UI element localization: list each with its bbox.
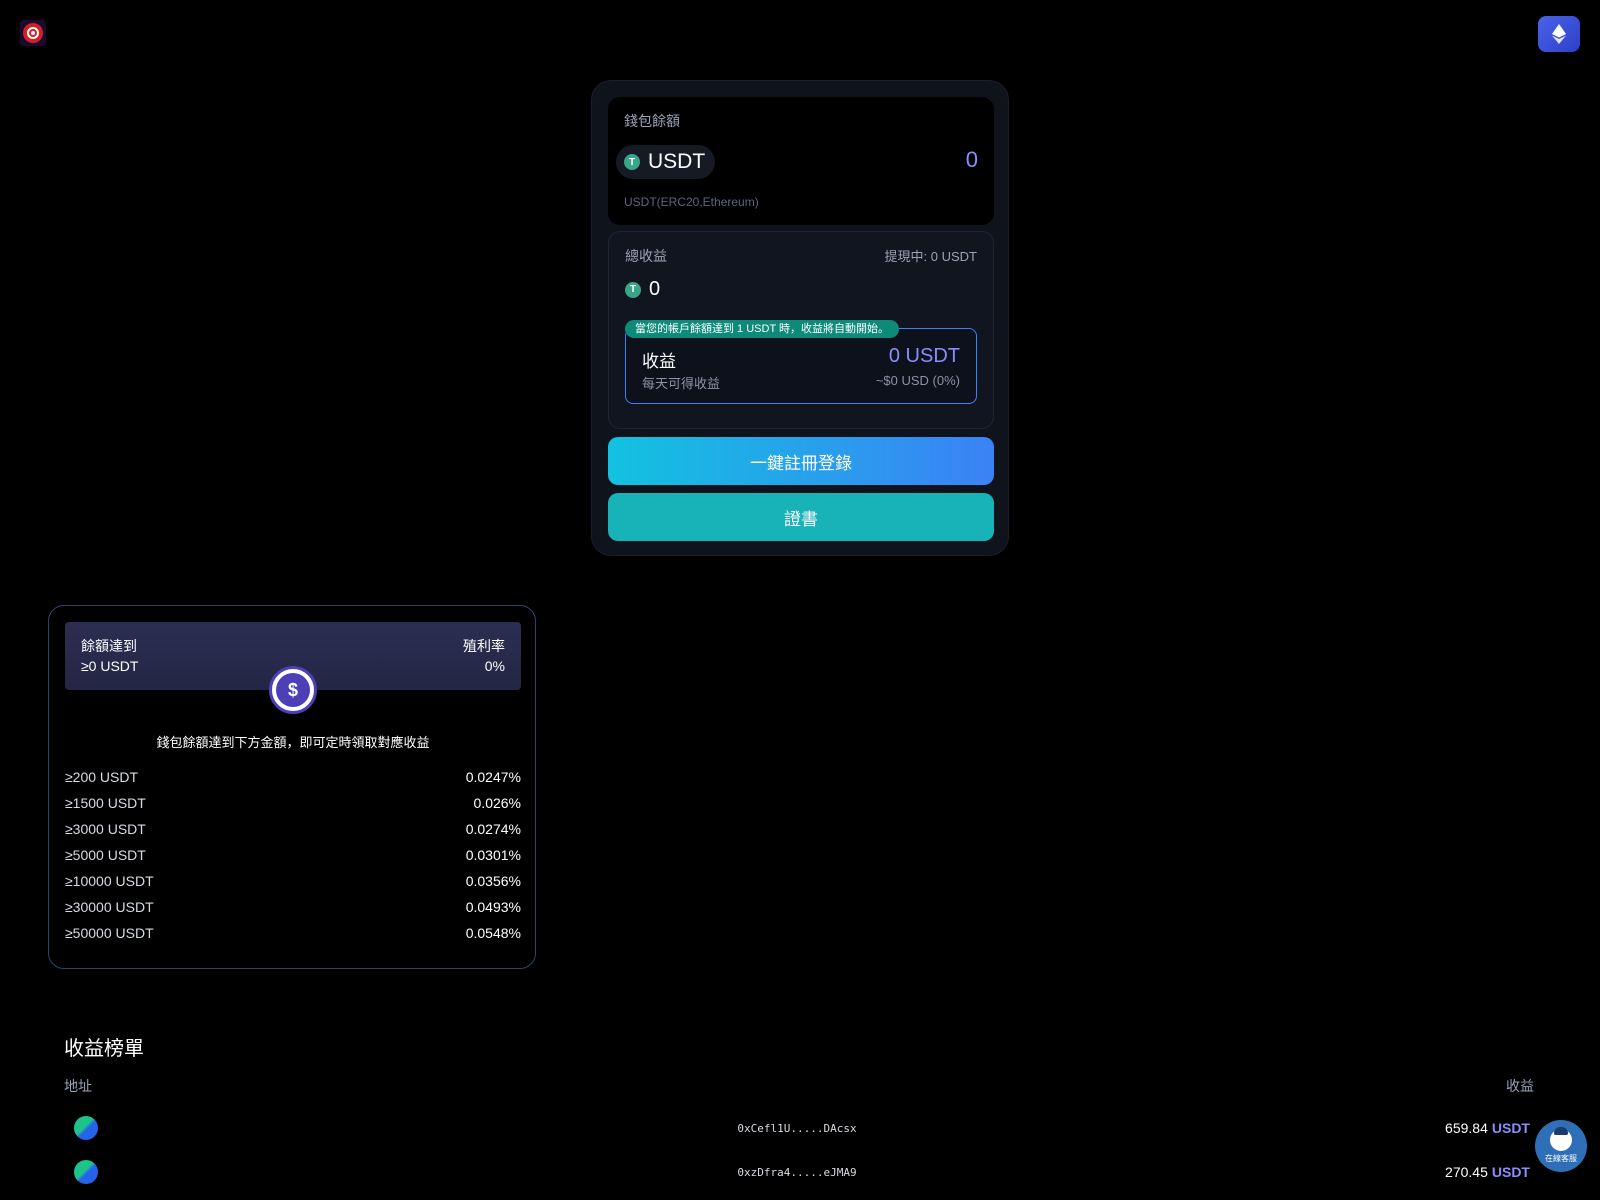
top-bar [0,0,1600,70]
tier-rate: 0.0247% [465,769,521,785]
daily-yield-box: 收益 每天可得收益 0 USDT ~$0 USD (0%) [625,328,977,404]
total-earnings-label: 總收益 [625,248,667,264]
token-name: USDT [648,150,706,173]
column-header-address: 地址 [64,1078,92,1094]
tier-rate: 0.0493% [465,899,521,915]
customer-support-button[interactable]: 在線客服 [1535,1120,1587,1172]
record-icon [23,23,43,43]
tier-rate: 0.0301% [465,847,521,863]
wallet-address: 0xCefl1U.....DAcsx [737,1121,857,1135]
tier-threshold: ≥1500 USDT [65,795,146,811]
leaderboard-title: 收益榜單 [64,1038,144,1060]
tier-rate: 0.0356% [465,873,521,889]
tier-threshold: ≥5000 USDT [65,847,146,863]
leaderboard-list: 0xCefl1U.....DAcsx 659.84 USDT 0xzDfra4..… [64,1106,1530,1194]
tier-row: ≥30000 USDT 0.0493% [65,894,521,920]
tier-row: ≥200 USDT 0.0247% [65,764,521,790]
tier-row: ≥5000 USDT 0.0301% [65,842,521,868]
wallet-balance-label: 錢包餘額 [624,113,680,129]
tier-row: ≥3000 USDT 0.0274% [65,816,521,842]
yield-sublabel: 每天可得收益 [642,376,721,391]
tier-row: ≥50000 USDT 0.0548% [65,920,521,946]
balance-reached-label: 餘額達到 [81,638,137,654]
tier-rate: 0.0548% [465,925,521,941]
yield-label: 收益 [642,352,676,371]
total-earnings-amount: 0 [649,278,661,300]
tier-row: ≥1500 USDT 0.026% [65,790,521,816]
tier-row: ≥10000 USDT 0.0356% [65,868,521,894]
rate-card: 餘額達到 ≥0 USDT 殖利率 0% $ 錢包餘額達到下方金額，即可定時領取對… [48,605,536,969]
tier-threshold: ≥200 USDT [65,769,139,785]
total-earnings-value: T 0 [625,278,660,301]
register-login-button[interactable]: 一鍵註冊登錄 [608,437,994,485]
tier-threshold: ≥3000 USDT [65,821,146,837]
leaderboard-row: 0xzDfra4.....eJMA9 270.45 USDT [64,1150,1530,1194]
network-button[interactable] [1538,16,1580,52]
app-logo[interactable] [20,20,46,46]
wallet-balance-box: 錢包餘額 T USDT 0 USDT(ERC20,Ethereum) [608,97,994,225]
dollar-exchange-icon: $ [269,666,317,714]
wallet-network: USDT(ERC20,Ethereum) [624,195,759,209]
earning-amount: 270.45 USDT [1445,1164,1530,1180]
rate-description: 錢包餘額達到下方金額，即可定時領取對應收益 [156,735,430,750]
yield-usd: ~$0 USD (0%) [875,373,960,388]
auto-start-notice: 當您的帳戶餘額達到 1 USDT 時，收益將自動開始。 [625,320,900,338]
tier-threshold: ≥10000 USDT [65,873,154,889]
column-header-earnings: 收益 [1506,1078,1534,1094]
token-selector[interactable]: T USDT [616,145,716,179]
leaderboard-row: 0xCefl1U.....DAcsx 659.84 USDT [64,1106,1530,1150]
tier-rate: 0.0274% [465,821,521,837]
withdrawing-status: 提現中: 0 USDT [884,249,977,264]
tier-rate: 0.026% [473,795,521,811]
certificate-button[interactable]: 證書 [608,493,994,541]
earning-amount: 659.84 USDT [1445,1120,1530,1136]
balance-reached-value: ≥0 USDT [81,658,139,674]
usdt-icon: T [625,281,641,298]
yield-amount: 0 USDT [888,345,960,367]
support-label: 在線客服 [1545,1153,1577,1163]
wallet-address: 0xzDfra4.....eJMA9 [737,1165,857,1179]
usdt-icon: T [624,154,640,170]
yield-rate-value: 0% [484,658,505,674]
support-agent-icon [1550,1126,1572,1151]
ethereum-icon [1552,24,1566,44]
tier-threshold: ≥30000 USDT [65,899,154,915]
tier-threshold: ≥50000 USDT [65,925,154,941]
wallet-amount: 0 [965,147,978,172]
total-earnings-box: 總收益 提現中: 0 USDT T 0 當您的帳戶餘額達到 1 USDT 時，收… [608,231,994,429]
wallet-card: 錢包餘額 T USDT 0 USDT(ERC20,Ethereum) 總收益 提… [591,80,1009,556]
tier-list: ≥200 USDT 0.0247% ≥1500 USDT 0.026% ≥300… [65,764,521,946]
yield-rate-label: 殖利率 [463,638,505,654]
